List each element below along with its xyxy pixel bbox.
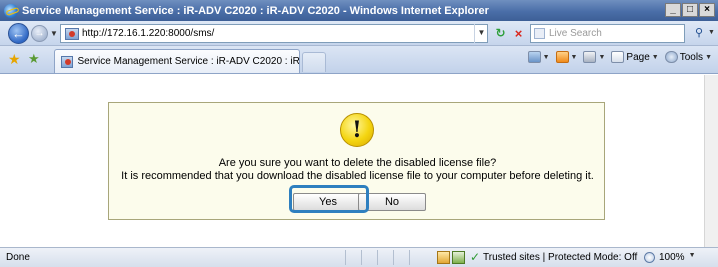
site-favicon-icon	[65, 27, 79, 40]
search-options-dropdown[interactable]: ▼	[708, 29, 715, 36]
zoom-level: 100%	[659, 252, 685, 263]
search-input[interactable]: Live Search	[530, 24, 685, 43]
close-button[interactable]: ×	[699, 3, 715, 17]
home-button[interactable]: ▼	[527, 51, 550, 63]
address-toolbar: ← → ▼ http://172.16.1.220:8000/sms/ ▼ ↻ …	[0, 21, 718, 46]
window-controls: _ □ ×	[665, 3, 715, 17]
zoom-icon	[644, 252, 655, 263]
forward-button[interactable]: →	[31, 25, 48, 42]
url-text: http://172.16.1.220:8000/sms/	[82, 28, 215, 39]
tab-active[interactable]: Service Management Service : iR-ADV C202…	[54, 49, 300, 73]
page-icon	[611, 51, 625, 63]
tab-label: Service Management Service : iR-ADV C202…	[77, 56, 299, 67]
status-pane	[377, 250, 393, 265]
tools-menu-button[interactable]: Tools ▼	[664, 51, 712, 63]
trusted-zone-icon: ✓	[470, 250, 481, 264]
command-bar: ▼ ▼ ▼ Page ▼ Tools ▼	[527, 51, 712, 63]
tab-toolbar: ★ ★ Service Management Service : iR-ADV …	[0, 46, 718, 74]
confirm-message: Are you sure you want to delete the disa…	[218, 157, 497, 169]
status-pane	[361, 250, 377, 265]
home-icon	[527, 51, 541, 63]
protected-mode-icon[interactable]	[452, 251, 465, 264]
status-text: Done	[6, 252, 30, 263]
tab-favicon-icon	[61, 55, 74, 68]
page-menu-button[interactable]: Page ▼	[611, 51, 659, 63]
status-pane	[345, 250, 361, 265]
security-lock-icon[interactable]	[437, 251, 450, 264]
address-field[interactable]: http://172.16.1.220:8000/sms/	[60, 24, 488, 43]
forward-arrow-icon: →	[34, 28, 45, 39]
window-title-bar: Service Management Service : iR-ADV C202…	[0, 0, 718, 21]
yes-button[interactable]: Yes	[293, 193, 363, 211]
search-icon[interactable]: ⚲	[690, 25, 708, 42]
zoom-control[interactable]: 100% ▼	[644, 252, 696, 263]
recent-pages-dropdown[interactable]: ▼	[50, 29, 58, 38]
add-favorites-icon[interactable]: ★	[28, 52, 40, 66]
minimize-button[interactable]: _	[665, 3, 681, 17]
address-dropdown-button[interactable]: ▼	[474, 24, 488, 43]
no-button[interactable]: No	[358, 193, 426, 211]
back-button[interactable]: ←	[8, 23, 29, 44]
zoom-dropdown[interactable]: ▼	[689, 252, 696, 263]
feeds-icon	[555, 51, 569, 63]
print-icon	[583, 51, 597, 63]
ie-icon	[4, 3, 18, 18]
security-zone-text[interactable]: Trusted sites | Protected Mode: Off	[483, 252, 637, 263]
tools-icon	[664, 51, 678, 63]
status-panes	[345, 250, 425, 265]
print-button[interactable]: ▼	[583, 51, 605, 63]
status-pane	[409, 250, 425, 265]
status-pane	[393, 250, 409, 265]
page-content: ! Are you sure you want to delete the di…	[0, 75, 704, 247]
search-placeholder: Live Search	[549, 28, 602, 39]
refresh-icon[interactable]: ↻	[492, 25, 509, 42]
stop-icon[interactable]: ×	[510, 25, 527, 42]
new-tab-button[interactable]	[302, 52, 326, 72]
confirm-delete-dialog: ! Are you sure you want to delete the di…	[108, 102, 605, 220]
feeds-button[interactable]: ▼	[555, 51, 577, 63]
back-arrow-icon: ←	[12, 26, 25, 41]
recommendation-message: It is recommended that you download the …	[121, 170, 594, 182]
tools-menu-label: Tools	[679, 51, 704, 63]
window-title: Service Management Service : iR-ADV C202…	[22, 4, 489, 17]
favorites-star-icon[interactable]: ★	[8, 52, 21, 66]
status-bar: Done ✓ Trusted sites | Protected Mode: O…	[0, 247, 718, 267]
warning-icon: !	[340, 113, 374, 147]
page-menu-label: Page	[626, 51, 650, 63]
live-search-icon	[534, 28, 545, 39]
maximize-button[interactable]: □	[682, 3, 698, 17]
vertical-scrollbar[interactable]	[704, 75, 718, 247]
